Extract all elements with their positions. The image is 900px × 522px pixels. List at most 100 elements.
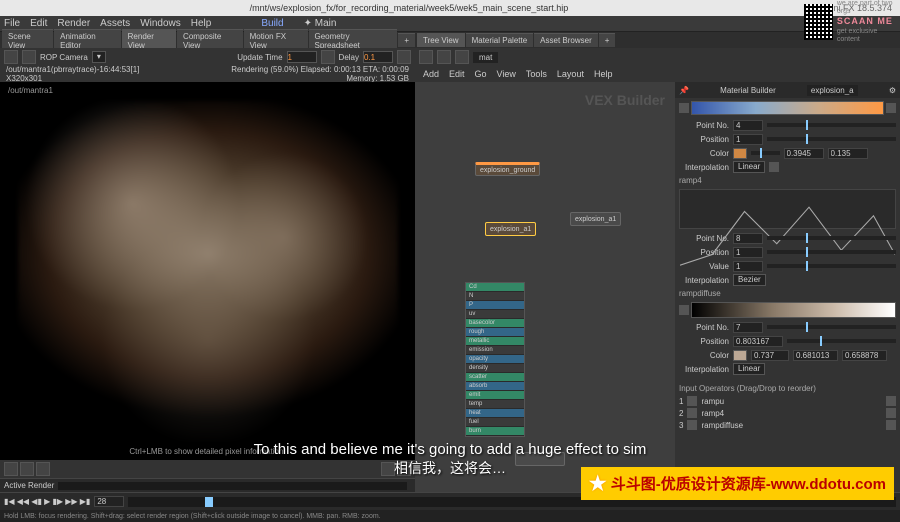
node-explosion-a1[interactable]: explosion_a1 — [570, 212, 621, 226]
forward-icon[interactable] — [437, 50, 451, 64]
apply-all-icon[interactable] — [769, 162, 779, 172]
pin-icon[interactable]: 📌 — [679, 86, 689, 95]
rampu-position-input[interactable] — [733, 134, 763, 145]
params-node-name[interactable]: explosion_a — [807, 85, 858, 96]
list-item[interactable]: N — [466, 292, 524, 301]
current-frame-input[interactable] — [94, 496, 124, 507]
input-op-row[interactable]: 2 ramp4 — [679, 407, 896, 419]
build-desktop-button[interactable]: Build — [261, 18, 283, 29]
delay-input[interactable] — [363, 51, 393, 63]
compare-icon[interactable] — [20, 462, 34, 476]
net-menu-help[interactable]: Help — [594, 69, 613, 79]
rampdiffuse-gradient[interactable] — [691, 302, 896, 318]
tab-add-right[interactable]: + — [599, 33, 616, 47]
color-correct-icon[interactable] — [381, 462, 395, 476]
tab-asset-browser[interactable]: Asset Browser — [534, 33, 598, 47]
gear-icon[interactable]: ⚙ — [889, 86, 896, 95]
add-point-icon[interactable] — [679, 103, 689, 113]
playhead[interactable] — [205, 497, 213, 507]
rampu-color-slider[interactable] — [751, 151, 780, 155]
list-item[interactable]: scatter — [466, 373, 524, 382]
menu-help[interactable]: Help — [191, 18, 212, 29]
ramp4-pointno-slider[interactable] — [767, 236, 896, 240]
rampu-pointno-input[interactable] — [733, 120, 763, 131]
list-item[interactable]: Cd — [466, 283, 524, 292]
network-path-text[interactable]: mat — [473, 52, 498, 63]
home-icon[interactable] — [455, 50, 469, 64]
list-item[interactable]: emit — [466, 391, 524, 400]
tab-add[interactable]: + — [398, 33, 415, 47]
refresh-icon[interactable] — [321, 50, 335, 64]
jump-icon[interactable] — [886, 420, 896, 430]
net-menu-view[interactable]: View — [497, 69, 516, 79]
list-item[interactable]: basecolor — [466, 319, 524, 328]
rd-c1-input[interactable] — [751, 350, 789, 361]
menu-edit[interactable]: Edit — [30, 18, 47, 29]
network-editor[interactable]: VEX Builder explosion_ground explosion_a… — [415, 82, 675, 492]
list-item[interactable]: emission — [466, 346, 524, 355]
list-item[interactable]: temp — [466, 400, 524, 409]
ramp-options-icon[interactable] — [886, 103, 896, 113]
menu-file[interactable]: File — [4, 18, 20, 29]
rampu-gradient[interactable] — [691, 101, 884, 115]
list-item[interactable]: density — [466, 364, 524, 373]
net-menu-tools[interactable]: Tools — [526, 69, 547, 79]
input-op-row[interactable]: 3 rampdiffuse — [679, 419, 896, 431]
render-history-strip[interactable] — [58, 482, 407, 490]
rampu-c1-input[interactable] — [784, 148, 824, 159]
rampu-c2-input[interactable] — [828, 148, 868, 159]
rampu-pointno-slider[interactable] — [767, 123, 896, 127]
input-op-row[interactable]: 1 rampu — [679, 395, 896, 407]
node-explosion-a1-selected[interactable]: explosion_a1 — [485, 222, 536, 236]
rampu-interp-select[interactable]: Linear — [733, 161, 765, 173]
ramp4-position-slider[interactable] — [767, 250, 896, 254]
rd-c2-input[interactable] — [793, 350, 838, 361]
net-menu-edit[interactable]: Edit — [449, 69, 465, 79]
tab-tree-view[interactable]: Tree View — [417, 33, 465, 47]
frame-input[interactable] — [287, 51, 317, 63]
lock-icon[interactable] — [36, 462, 50, 476]
net-menu-layout[interactable]: Layout — [557, 69, 584, 79]
list-item[interactable]: P — [466, 301, 524, 310]
menu-render[interactable]: Render — [57, 18, 90, 29]
main-desktop-label[interactable]: ✦ Main — [304, 18, 337, 29]
rd-color-swatch[interactable] — [733, 350, 747, 361]
left-pane-tabs: Scene View Animation Editor Render View … — [0, 32, 415, 48]
list-item[interactable]: rough — [466, 328, 524, 337]
node-inputs-list[interactable]: CdN Puv basecolorrough metallicemission … — [465, 282, 525, 437]
rd-interp-select[interactable]: Linear — [733, 363, 765, 375]
rd-c3-input[interactable] — [842, 350, 887, 361]
node-explosion-ground[interactable]: explosion_ground — [475, 162, 540, 176]
playback-controls[interactable]: ▮◀ ◀◀ ◀▮ ▶ ▮▶ ▶▶ ▶▮ — [4, 497, 90, 506]
list-item[interactable]: uv — [466, 310, 524, 319]
add-point-icon-2[interactable] — [679, 305, 689, 315]
list-item[interactable]: fuel — [466, 418, 524, 427]
camera-select[interactable]: ▾ — [92, 51, 106, 63]
render-button-icon[interactable] — [4, 50, 18, 64]
jump-icon[interactable] — [886, 396, 896, 406]
snapshot-icon[interactable] — [4, 462, 18, 476]
list-item[interactable]: burn — [466, 427, 524, 436]
list-item[interactable]: opacity — [466, 355, 524, 364]
rd-pointno-slider[interactable] — [767, 325, 896, 329]
list-item[interactable]: absorb — [466, 382, 524, 391]
tab-material-palette[interactable]: Material Palette — [466, 33, 534, 47]
settings-icon[interactable] — [397, 50, 411, 64]
menu-windows[interactable]: Windows — [140, 18, 181, 29]
list-item[interactable]: metallic — [466, 337, 524, 346]
menu-assets[interactable]: Assets — [100, 18, 130, 29]
list-item[interactable]: heat — [466, 409, 524, 418]
rd-position-slider[interactable] — [787, 339, 896, 343]
back-icon[interactable] — [419, 50, 433, 64]
rd-pointno-input[interactable] — [733, 322, 763, 333]
rampu-position-slider[interactable] — [767, 137, 896, 141]
render-viewport[interactable]: /out/mantra1 Ctrl+LMB to show detailed p… — [0, 82, 415, 460]
jump-icon[interactable] — [886, 408, 896, 418]
ramp4-value-slider[interactable] — [767, 264, 896, 268]
rampu-color-swatch[interactable] — [733, 148, 747, 159]
stop-render-icon[interactable] — [22, 50, 36, 64]
rd-position-input[interactable] — [733, 336, 783, 347]
net-menu-go[interactable]: Go — [475, 69, 487, 79]
ramp4-curve-editor[interactable] — [679, 189, 896, 229]
net-menu-add[interactable]: Add — [423, 69, 439, 79]
